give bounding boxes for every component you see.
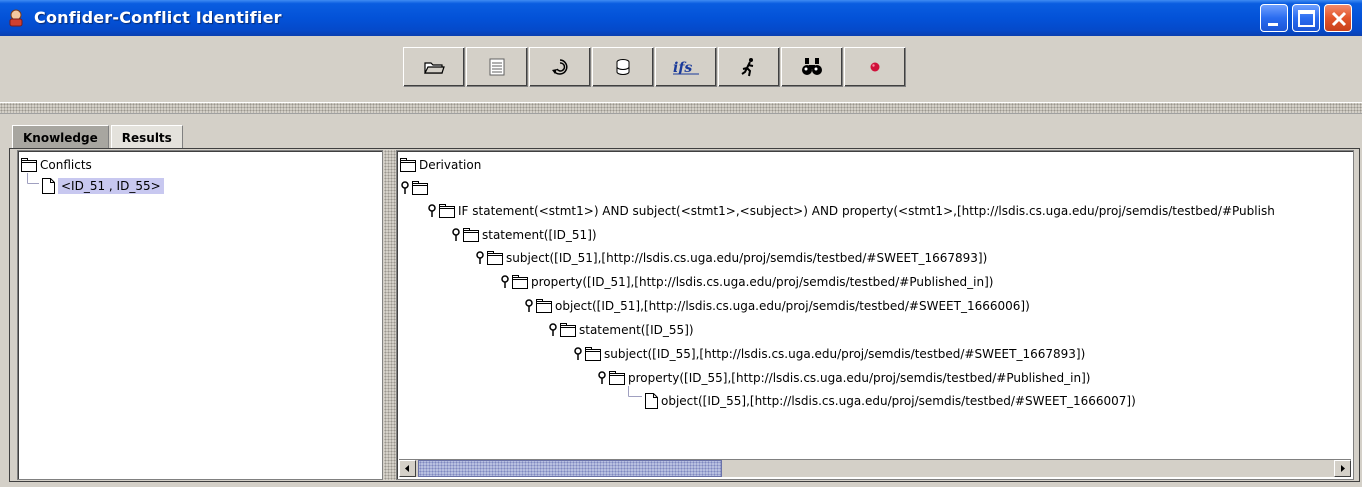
maximize-icon [1298, 10, 1315, 27]
toolbar-grip[interactable] [0, 102, 1362, 114]
scrollbar-thumb[interactable] [418, 460, 722, 477]
minimize-button[interactable] [1260, 4, 1288, 32]
expand-toggle-icon[interactable] [427, 204, 437, 218]
expand-toggle-icon[interactable] [475, 251, 485, 265]
tree-node-rule[interactable]: IF statement(<stmt1>) AND subject(<stmt1… [427, 201, 1275, 221]
document-icon [42, 178, 55, 194]
minimize-icon [1268, 23, 1278, 26]
run-button[interactable] [718, 47, 780, 87]
search-button[interactable] [781, 47, 843, 87]
conflicts-tree[interactable]: Conflicts <ID_51 , ID_55> [17, 150, 383, 480]
binoculars-icon [802, 58, 822, 75]
tree-node-subject-51[interactable]: subject([ID_51],[http://lsdis.cs.uga.edu… [475, 248, 987, 268]
expand-toggle-icon[interactable] [524, 299, 534, 313]
scroll-left-button[interactable] [399, 460, 416, 477]
folder-icon [609, 371, 625, 385]
tree-node-statement-55[interactable]: statement([ID_55]) [548, 320, 694, 340]
tree-item-conflict[interactable]: <ID_51 , ID_55> [42, 176, 164, 196]
tree-connector-line [27, 173, 39, 184]
split-pane-divider[interactable] [384, 150, 396, 480]
selected-conflict-label: <ID_51 , ID_55> [58, 178, 164, 194]
tree-label: statement([ID_51]) [482, 228, 597, 242]
tree-label: object([ID_51],[http://lsdis.cs.uga.edu/… [555, 299, 1030, 313]
stop-record-icon [870, 62, 880, 72]
folder-icon [400, 158, 416, 172]
reload-button[interactable] [529, 47, 591, 87]
tab-results[interactable]: Results [110, 125, 183, 149]
tab-knowledge[interactable]: Knowledge [12, 125, 109, 149]
folder-icon [412, 181, 428, 195]
title-bar[interactable]: Confider-Conflict Identifier [0, 0, 1362, 36]
folder-icon [512, 275, 528, 289]
tab-bar: Knowledge Results [12, 125, 185, 149]
tree-root-conflicts[interactable]: Conflicts [21, 155, 92, 175]
folder-icon [487, 251, 503, 265]
arrow-right-icon [1341, 465, 1345, 472]
database-icon [616, 59, 630, 75]
tree-label: statement([ID_55]) [579, 323, 694, 337]
expand-toggle-icon[interactable] [451, 228, 461, 242]
tree-node-unnamed[interactable] [400, 178, 428, 198]
tree-connector-line [628, 386, 642, 397]
expand-toggle-icon[interactable] [400, 181, 410, 195]
expand-toggle-icon[interactable] [500, 275, 510, 289]
folder-icon [439, 204, 455, 218]
arrow-left-icon [405, 465, 409, 472]
open-button[interactable] [403, 47, 465, 87]
tree-label: Conflicts [40, 158, 92, 172]
tree-label: Derivation [419, 158, 482, 172]
expand-toggle-icon[interactable] [548, 323, 558, 337]
tree-label: subject([ID_55],[http://lsdis.cs.uga.edu… [604, 347, 1086, 361]
folder-icon [463, 228, 479, 242]
reload-icon [552, 59, 568, 75]
toolbar: ifs [0, 36, 1362, 102]
window-title: Confider-Conflict Identifier [34, 8, 282, 27]
tree-label: subject([ID_51],[http://lsdis.cs.uga.edu… [506, 251, 988, 265]
expand-toggle-icon[interactable] [597, 371, 607, 385]
derivation-tree[interactable]: Derivation IF statement(<stmt1>) AND sub… [396, 150, 1354, 480]
ifs-button[interactable]: ifs [655, 47, 717, 87]
tree-root-derivation[interactable]: Derivation [400, 155, 481, 175]
document-list-icon [489, 58, 505, 76]
app-icon [9, 9, 23, 27]
horizontal-scrollbar[interactable] [399, 459, 1351, 477]
folder-icon [21, 158, 37, 172]
record-button[interactable] [844, 47, 906, 87]
ifs-icon: ifs [673, 60, 699, 76]
tree-label: property([ID_55],[http://lsdis.cs.uga.ed… [628, 371, 1091, 385]
toolbar-buttons: ifs [403, 47, 907, 87]
tree-label: property([ID_51],[http://lsdis.cs.uga.ed… [531, 275, 994, 289]
tree-node-property-55[interactable]: property([ID_55],[http://lsdis.cs.uga.ed… [597, 368, 1090, 388]
tree-leaf-object-55[interactable]: object([ID_55],[http://lsdis.cs.uga.edu/… [645, 391, 1136, 411]
list-button[interactable] [466, 47, 528, 87]
folder-icon [536, 299, 552, 313]
tree-label: IF statement(<stmt1>) AND subject(<stmt1… [458, 204, 1275, 218]
tree-node-property-51[interactable]: property([ID_51],[http://lsdis.cs.uga.ed… [500, 272, 993, 292]
close-icon [1331, 11, 1347, 27]
tree-node-statement-51[interactable]: statement([ID_51]) [451, 225, 597, 245]
folder-icon [560, 323, 576, 337]
maximize-button[interactable] [1292, 4, 1320, 32]
folder-icon [585, 347, 601, 361]
tree-node-subject-55[interactable]: subject([ID_55],[http://lsdis.cs.uga.edu… [573, 344, 1085, 364]
scroll-right-button[interactable] [1334, 460, 1351, 477]
run-icon [741, 58, 754, 77]
expand-toggle-icon[interactable] [573, 347, 583, 361]
database-button[interactable] [592, 47, 654, 87]
document-icon [645, 393, 658, 409]
tree-node-object-51[interactable]: object([ID_51],[http://lsdis.cs.uga.edu/… [524, 296, 1030, 316]
tree-label: object([ID_55],[http://lsdis.cs.uga.edu/… [661, 394, 1136, 408]
open-folder-icon [424, 62, 445, 74]
close-button[interactable] [1324, 4, 1352, 32]
